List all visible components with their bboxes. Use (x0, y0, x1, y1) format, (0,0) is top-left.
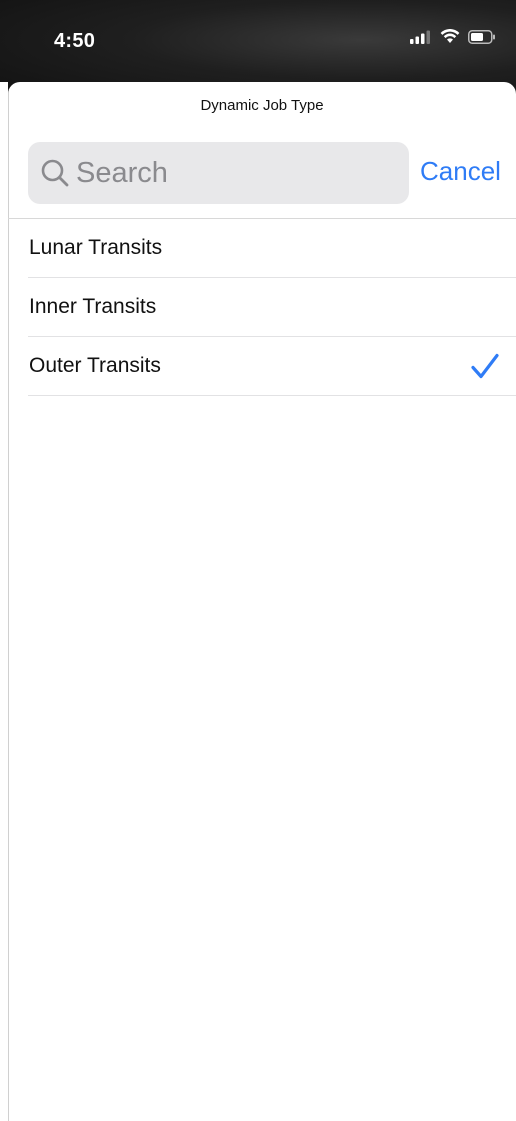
options-list: Lunar Transits Inner Transits Outer Tran… (28, 219, 516, 396)
status-time: 4:50 (54, 30, 96, 52)
search-icon (38, 156, 72, 190)
option-label: Outer Transits (29, 354, 161, 377)
search-field[interactable] (28, 142, 409, 204)
left-edge (0, 82, 8, 1121)
status-icons (410, 28, 496, 49)
checkmark-icon (470, 352, 500, 382)
sheet-title: Dynamic Job Type (200, 97, 324, 114)
list-item-outer-transits[interactable]: Outer Transits (28, 337, 516, 396)
option-label: Lunar Transits (29, 236, 163, 259)
wifi-icon (440, 28, 460, 49)
option-label: Inner Transits (29, 295, 157, 318)
picker-sheet: Dynamic Job Type Cancel Lunar Transits I… (8, 82, 516, 1121)
battery-icon (468, 29, 496, 49)
list-item-lunar-transits[interactable]: Lunar Transits (28, 219, 516, 278)
list-item-inner-transits[interactable]: Inner Transits (28, 278, 516, 337)
search-input[interactable] (76, 156, 396, 190)
cellular-signal-icon (410, 30, 432, 49)
cancel-button[interactable]: Cancel (420, 156, 501, 187)
